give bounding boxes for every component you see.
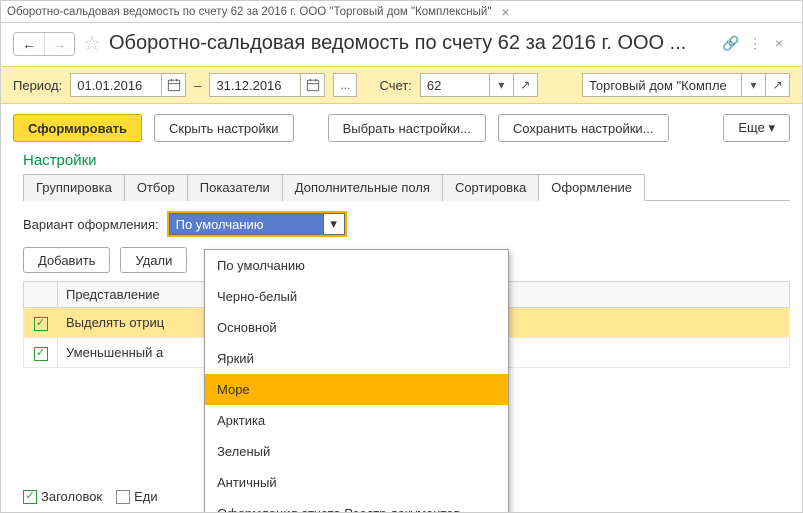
footer-header-check[interactable]: ✓ Заголовок	[23, 489, 102, 504]
variant-option[interactable]: По умолчанию	[205, 250, 508, 281]
link-icon[interactable]: 🔗	[722, 35, 740, 53]
account-label: Счет:	[379, 78, 411, 93]
variant-dropdown-button[interactable]: ▾	[323, 213, 345, 235]
footer-unit-check[interactable]: Еди	[116, 489, 158, 504]
settings-tabs: Группировка Отбор Показатели Дополнитель…	[23, 173, 790, 201]
col-check	[24, 282, 58, 308]
variant-option[interactable]: Арктика	[205, 405, 508, 436]
period-from-calendar-button[interactable]	[162, 73, 186, 97]
settings-title: Настройки	[1, 146, 802, 173]
tab-appearance[interactable]: Оформление	[538, 174, 645, 201]
delete-row-button[interactable]: Удали	[120, 247, 187, 273]
more-button[interactable]: Еще ▾	[723, 114, 790, 142]
save-settings-button[interactable]: Сохранить настройки...	[498, 114, 669, 142]
period-label: Период:	[13, 78, 62, 93]
chevron-down-icon: ▾	[750, 78, 756, 92]
tab-sort[interactable]: Сортировка	[442, 174, 539, 201]
tab-extra[interactable]: Дополнительные поля	[282, 174, 443, 201]
open-external-icon: ↗	[772, 78, 782, 92]
footer-row: ✓ Заголовок Еди	[23, 489, 158, 504]
period-to-calendar-button[interactable]	[301, 73, 325, 97]
chevron-down-icon: ▾	[768, 120, 775, 135]
nav-buttons: ← →	[13, 32, 75, 56]
variant-option[interactable]: Античный	[205, 467, 508, 498]
period-bar: Период: – ... Счет: ▾ ↗ ▾ ↗	[1, 66, 802, 104]
favorite-star-icon[interactable]: ☆	[83, 31, 101, 56]
add-row-button[interactable]: Добавить	[23, 247, 110, 273]
footer-header-checkbox[interactable]: ✓	[23, 490, 37, 504]
open-external-icon: ↗	[520, 78, 530, 92]
chevron-down-icon: ▾	[498, 78, 504, 92]
variant-option[interactable]: Яркий	[205, 343, 508, 374]
variant-option[interactable]: Море	[205, 374, 508, 405]
actions-bar: Сформировать Скрыть настройки Выбрать на…	[1, 104, 802, 146]
period-dash: –	[194, 78, 201, 93]
window-tab-bar: Оборотно-сальдовая ведомость по счету 62…	[1, 1, 802, 23]
account-open-button[interactable]: ↗	[514, 73, 538, 97]
calendar-icon	[306, 78, 320, 92]
account-combo: ▾ ↗	[420, 73, 538, 97]
account-input[interactable]	[420, 73, 490, 97]
org-dropdown-button[interactable]: ▾	[742, 73, 766, 97]
variant-option[interactable]: Зеленый	[205, 436, 508, 467]
variant-option[interactable]: Основной	[205, 312, 508, 343]
window-tab-title: Оборотно-сальдовая ведомость по счету 62…	[7, 6, 491, 18]
nav-back-button[interactable]: ←	[14, 33, 44, 55]
org-combo: ▾ ↗	[582, 73, 790, 97]
variant-label: Вариант оформления:	[23, 217, 159, 232]
row-checkbox[interactable]: ✓	[34, 347, 48, 361]
period-to-input[interactable]	[209, 73, 301, 97]
period-from	[70, 73, 186, 97]
app-window: Оборотно-сальдовая ведомость по счету 62…	[0, 0, 803, 513]
row-checkbox[interactable]: ✓	[34, 317, 48, 331]
period-range-button[interactable]: ...	[333, 73, 357, 97]
variant-option[interactable]: Оформления отчета Реестр документов	[205, 498, 508, 513]
account-dropdown-button[interactable]: ▾	[490, 73, 514, 97]
more-vertical-icon[interactable]: ⋮	[746, 35, 764, 53]
calendar-icon	[167, 78, 181, 92]
tab-filter[interactable]: Отбор	[124, 174, 188, 201]
chevron-down-icon: ▾	[330, 216, 337, 232]
variant-dropdown: По умолчанию Черно-белый Основной Яркий …	[204, 249, 509, 513]
header-icons: 🔗 ⋮ ×	[722, 35, 790, 53]
variant-option[interactable]: Черно-белый	[205, 281, 508, 312]
variant-row: Вариант оформления: По умолчанию ▾	[23, 211, 790, 237]
variant-combo[interactable]: По умолчанию ▾	[167, 211, 347, 237]
org-input[interactable]	[582, 73, 742, 97]
period-to	[209, 73, 325, 97]
window-tab-close-icon[interactable]: ×	[497, 5, 513, 19]
close-page-icon[interactable]: ×	[770, 35, 788, 53]
tab-grouping[interactable]: Группировка	[23, 174, 125, 201]
page-title: Оборотно-сальдовая ведомость по счету 62…	[109, 32, 714, 55]
nav-forward-button[interactable]: →	[44, 33, 74, 55]
page-header: ← → ☆ Оборотно-сальдовая ведомость по сч…	[1, 23, 802, 66]
footer-unit-checkbox[interactable]	[116, 490, 130, 504]
hide-settings-button[interactable]: Скрыть настройки	[154, 114, 294, 142]
variant-value[interactable]: По умолчанию	[169, 213, 323, 235]
org-open-button[interactable]: ↗	[766, 73, 790, 97]
tab-indicators[interactable]: Показатели	[187, 174, 283, 201]
generate-button[interactable]: Сформировать	[13, 114, 142, 142]
choose-settings-button[interactable]: Выбрать настройки...	[328, 114, 486, 142]
period-from-input[interactable]	[70, 73, 162, 97]
